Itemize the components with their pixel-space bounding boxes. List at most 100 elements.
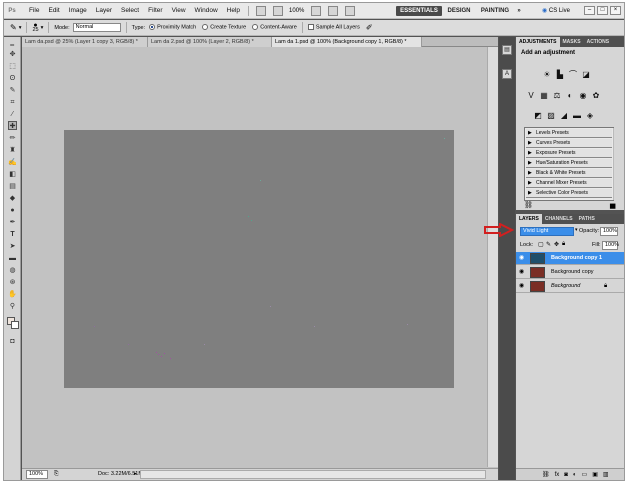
levels-icon[interactable]: ▙ bbox=[555, 70, 565, 80]
type-tool-icon[interactable]: T bbox=[8, 230, 17, 239]
minimize-button[interactable]: – bbox=[584, 6, 595, 15]
more-workspaces-button[interactable]: » bbox=[514, 6, 524, 16]
lasso-tool-icon[interactable]: ʘ bbox=[8, 74, 17, 83]
pen-tool-icon[interactable]: ✒ bbox=[8, 218, 17, 227]
3d-orbit-tool-icon[interactable]: ⊛ bbox=[8, 278, 17, 287]
workspace-essentials[interactable]: ESSENTIALS bbox=[396, 6, 442, 16]
brush-tool-icon[interactable]: ✏ bbox=[8, 134, 17, 143]
eye-icon[interactable]: ◉ bbox=[519, 255, 525, 261]
sample-all-layers-checkbox[interactable]: Sample All Layers bbox=[307, 24, 360, 31]
document-tab[interactable]: Lam da 2.psd @ 100% (Layer 2, RGB/8) * bbox=[148, 37, 272, 47]
preset-item[interactable]: ▶ Channel Mixer Presets bbox=[526, 179, 612, 188]
vibrance-icon[interactable]: V bbox=[526, 91, 536, 101]
menu-layer[interactable]: Layer bbox=[96, 7, 112, 14]
lock-position-icon[interactable]: ✥ bbox=[554, 241, 559, 248]
type-proximity-match[interactable]: Proximity Match bbox=[149, 24, 196, 31]
blend-mode-select[interactable]: Vivid Light bbox=[520, 227, 574, 236]
zoom-level-select[interactable]: 100% bbox=[289, 8, 304, 14]
move-tool-icon[interactable]: ✥ bbox=[8, 50, 17, 59]
tool-preset-dropdown-icon[interactable]: ▾ bbox=[19, 25, 22, 31]
selective-color-icon[interactable]: ◈ bbox=[585, 111, 595, 121]
brightness-contrast-icon[interactable]: ☀ bbox=[542, 70, 552, 80]
gradient-tool-icon[interactable]: ▤ bbox=[8, 182, 17, 191]
dodge-tool-icon[interactable]: ● bbox=[8, 206, 17, 215]
link-icon[interactable]: ⛓ bbox=[542, 471, 550, 478]
spot-healing-brush-tool-icon[interactable]: ✚ bbox=[8, 121, 17, 130]
image-canvas[interactable] bbox=[64, 130, 454, 388]
screen-mode-icon[interactable] bbox=[345, 5, 356, 16]
bridge-icon[interactable] bbox=[256, 5, 267, 16]
mask-icon[interactable]: ◙ bbox=[564, 472, 568, 478]
lock-all-icon[interactable]: 🔒︎ bbox=[562, 241, 565, 248]
hand-view-icon[interactable] bbox=[311, 5, 322, 16]
exposure-icon[interactable]: ◪ bbox=[581, 70, 591, 80]
trash-icon[interactable]: ▥ bbox=[603, 471, 609, 478]
vertical-scrollbar[interactable] bbox=[487, 47, 498, 467]
menu-window[interactable]: Window bbox=[195, 7, 218, 14]
layer-row-background-copy[interactable]: ◉ Background copy bbox=[516, 266, 624, 279]
blend-mode-dropdown-icon[interactable]: ▾ bbox=[575, 227, 578, 233]
folder-icon[interactable]: ▭ bbox=[582, 471, 588, 478]
horizontal-scrollbar[interactable] bbox=[140, 470, 486, 479]
threshold-icon[interactable]: ◢ bbox=[559, 111, 569, 121]
channel-mixer-icon[interactable]: ✿ bbox=[591, 91, 601, 101]
eyedropper-tool-icon[interactable]: ⁄ bbox=[8, 110, 17, 119]
maximize-button[interactable]: □ bbox=[597, 6, 608, 15]
opacity-field[interactable]: 100% bbox=[600, 227, 618, 236]
type-create-texture[interactable]: Create Texture bbox=[202, 24, 246, 31]
3d-rotate-tool-icon[interactable]: ◍ bbox=[8, 266, 17, 275]
type-content-aware[interactable]: Content-Aware bbox=[252, 24, 297, 31]
brush-picker[interactable]: ● 25 bbox=[32, 22, 38, 33]
preset-item[interactable]: ▶ Exposure Presets bbox=[526, 149, 612, 158]
tab-channels[interactable]: CHANNELS bbox=[542, 214, 576, 224]
export-icon[interactable]: ⎘ bbox=[54, 469, 58, 480]
brush-dropdown-icon[interactable]: ▾ bbox=[41, 25, 44, 31]
arrange-documents-icon[interactable] bbox=[328, 5, 339, 16]
posterize-icon[interactable]: ▨ bbox=[546, 111, 556, 121]
cs-live-button[interactable]: ◉ CS Live bbox=[542, 6, 570, 16]
black-white-icon[interactable]: ◐ bbox=[565, 91, 575, 101]
eye-icon[interactable]: ◉ bbox=[519, 269, 525, 275]
tab-masks[interactable]: MASKS bbox=[560, 37, 584, 47]
eye-icon[interactable]: ◉ bbox=[519, 283, 525, 289]
lock-transparency-icon[interactable]: ▢ bbox=[538, 241, 544, 248]
menu-select[interactable]: Select bbox=[121, 7, 139, 14]
hue-saturation-icon[interactable]: ▦ bbox=[539, 91, 549, 101]
quick-mask-icon[interactable]: ◘ bbox=[8, 337, 17, 346]
photo-filter-icon[interactable]: ◉ bbox=[578, 91, 588, 101]
menu-help[interactable]: Help bbox=[227, 7, 240, 14]
presets-scrollbar[interactable] bbox=[613, 128, 614, 200]
tab-layers[interactable]: LAYERS bbox=[516, 214, 542, 224]
fx-icon[interactable]: fx bbox=[555, 472, 560, 478]
preset-item[interactable]: ▶ Curves Presets bbox=[526, 139, 612, 148]
tab-adjustments[interactable]: ADJUSTMENTS bbox=[516, 37, 560, 47]
history-panel-icon[interactable]: ▤ bbox=[502, 45, 512, 55]
spot-healing-brush-icon[interactable]: ✎ bbox=[10, 23, 17, 32]
gradient-map-icon[interactable]: ▬ bbox=[572, 111, 582, 121]
panel-delete-icon[interactable]: ▅ bbox=[610, 201, 615, 209]
preset-item[interactable]: ▶ Levels Presets bbox=[526, 129, 612, 138]
shape-tool-icon[interactable]: ▬ bbox=[8, 254, 17, 263]
color-balance-icon[interactable]: ⚖ bbox=[552, 91, 562, 101]
character-panel-icon[interactable]: A bbox=[502, 69, 512, 79]
zoom-field[interactable]: 100% bbox=[26, 470, 48, 479]
lock-pixels-icon[interactable]: ✎ bbox=[546, 241, 551, 248]
clip-to-layer-icon[interactable]: ⛓ bbox=[524, 201, 533, 209]
fill-field[interactable]: 100% bbox=[602, 241, 619, 250]
preset-item[interactable]: ▶ Black & White Presets bbox=[526, 169, 612, 178]
menu-view[interactable]: View bbox=[172, 7, 186, 14]
mini-bridge-icon[interactable] bbox=[273, 5, 284, 16]
workspace-painting[interactable]: PAINTING bbox=[478, 6, 512, 16]
collapse-tools-icon[interactable]: ▸▸ bbox=[8, 40, 17, 49]
quick-selection-tool-icon[interactable]: ✎ bbox=[8, 86, 17, 95]
document-tab-active[interactable]: Lam da 1.psd @ 100% (Background copy 1, … bbox=[272, 37, 422, 47]
hand-tool-icon[interactable]: ✋ bbox=[8, 290, 17, 299]
workspace-design[interactable]: DESIGN bbox=[444, 6, 474, 16]
invert-icon[interactable]: ◩ bbox=[533, 111, 543, 121]
preset-item[interactable]: ▶ Hue/Saturation Presets bbox=[526, 159, 612, 168]
status-menu-icon[interactable]: ▸ bbox=[134, 469, 137, 480]
adjustment-icon[interactable]: ◐ bbox=[573, 472, 577, 478]
blur-tool-icon[interactable]: ◆ bbox=[8, 194, 17, 203]
marquee-tool-icon[interactable]: ⬚ bbox=[8, 62, 17, 71]
menu-edit[interactable]: Edit bbox=[48, 7, 59, 14]
